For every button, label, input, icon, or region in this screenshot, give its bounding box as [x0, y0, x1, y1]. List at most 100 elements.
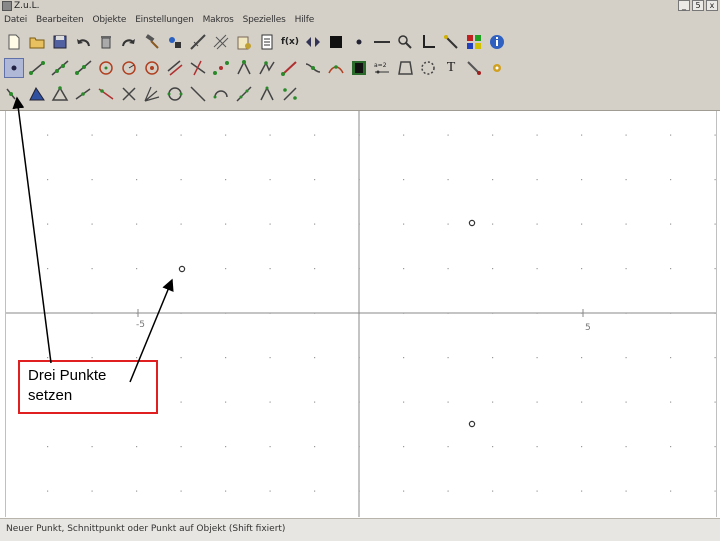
ray-icon[interactable]	[73, 58, 93, 78]
fraction-icon[interactable]	[280, 84, 300, 104]
grid-dot	[447, 490, 449, 492]
grid-dot	[536, 134, 538, 136]
annotation-callout: Drei Punkte setzen	[18, 360, 158, 414]
segment-fixed-icon[interactable]	[73, 84, 93, 104]
slash-icon[interactable]	[188, 84, 208, 104]
zoom-icon[interactable]	[395, 32, 415, 52]
grid-dot	[714, 179, 716, 181]
canvas-svg[interactable]: -5 5	[6, 111, 716, 517]
grid-icon[interactable]	[211, 32, 231, 52]
grid-dot	[180, 490, 182, 492]
new-file-icon[interactable]	[4, 32, 24, 52]
point-c[interactable]	[468, 420, 476, 428]
grid-dot	[269, 490, 271, 492]
hammer2-icon[interactable]	[464, 58, 484, 78]
point-a[interactable]	[178, 265, 186, 273]
black-square-icon[interactable]	[326, 32, 346, 52]
grid-dot	[269, 134, 271, 136]
grid-dot	[447, 401, 449, 403]
grid-dot	[625, 268, 627, 270]
grid-dot	[714, 268, 716, 270]
vector-icon[interactable]	[280, 58, 300, 78]
axes-icon[interactable]	[418, 32, 438, 52]
line-fixed-icon[interactable]	[96, 84, 116, 104]
wand-icon[interactable]	[441, 32, 461, 52]
grid-dot	[581, 357, 583, 359]
point-icon[interactable]	[4, 58, 24, 78]
text-icon[interactable]: T	[441, 58, 461, 78]
circle-fixed-icon[interactable]	[142, 58, 162, 78]
grid-dot	[403, 490, 405, 492]
line-points-icon[interactable]	[257, 84, 277, 104]
function-icon[interactable]: f(x)	[280, 32, 300, 52]
close-button[interactable]: x	[706, 0, 718, 11]
circle-radius-icon[interactable]	[119, 58, 139, 78]
arrows-icon[interactable]	[303, 32, 323, 52]
undo-icon[interactable]	[73, 32, 93, 52]
info-icon[interactable]	[487, 32, 507, 52]
circle-arc-icon[interactable]	[211, 84, 231, 104]
notes-icon[interactable]	[257, 32, 277, 52]
point-b[interactable]	[468, 219, 476, 227]
angle-icon[interactable]	[234, 58, 254, 78]
grid-dot	[314, 401, 316, 403]
quadrilateral-icon[interactable]	[395, 58, 415, 78]
save-icon[interactable]	[50, 32, 70, 52]
grid-dot	[536, 268, 538, 270]
menu-objekte[interactable]: Objekte	[92, 15, 126, 25]
maximize-button[interactable]: 5	[692, 0, 704, 11]
grid-dot	[714, 223, 716, 225]
segment-icon[interactable]	[27, 58, 47, 78]
curve-icon[interactable]	[418, 58, 438, 78]
circle-icon[interactable]	[96, 58, 116, 78]
midpoint-icon[interactable]	[211, 58, 231, 78]
star-icon[interactable]	[487, 58, 507, 78]
polygon-icon[interactable]	[257, 58, 277, 78]
delete-icon[interactable]	[96, 32, 116, 52]
grid-dot	[536, 490, 538, 492]
perpendicular-icon[interactable]	[188, 58, 208, 78]
grid-dot	[625, 357, 627, 359]
menu-makros[interactable]: Makros	[203, 15, 234, 25]
circle-three-icon[interactable]	[165, 84, 185, 104]
line-icon[interactable]	[50, 58, 70, 78]
expression-icon[interactable]: a=2	[372, 58, 392, 78]
point-style-icon[interactable]	[349, 32, 369, 52]
grid-dot	[492, 223, 494, 225]
point-on-object-icon[interactable]	[4, 84, 24, 104]
menu-bearbeiten[interactable]: Bearbeiten	[36, 15, 84, 25]
x-axis-label-pos: 5	[585, 323, 591, 333]
minimize-button[interactable]: _	[678, 0, 690, 11]
bisector-icon[interactable]	[142, 84, 162, 104]
menu-hilfe[interactable]: Hilfe	[295, 15, 315, 25]
menu-datei[interactable]: Datei	[4, 15, 27, 25]
palette-icon[interactable]	[464, 32, 484, 52]
segment-points-icon[interactable]	[234, 84, 254, 104]
grid-dot	[403, 357, 405, 359]
menu-einstellungen[interactable]: Einstellungen	[135, 15, 194, 25]
hammer-icon[interactable]	[142, 32, 162, 52]
menu-spezielles[interactable]: Spezielles	[243, 15, 286, 25]
conic-icon[interactable]	[326, 58, 346, 78]
drawing-canvas[interactable]: -5 5	[5, 111, 717, 517]
intersection-icon[interactable]	[303, 58, 323, 78]
grid-dot	[714, 490, 716, 492]
line-style-icon[interactable]	[372, 32, 392, 52]
triangle2-icon[interactable]	[50, 84, 70, 104]
grid-dot	[314, 357, 316, 359]
grid-dot	[314, 223, 316, 225]
color-icon[interactable]	[165, 32, 185, 52]
grid-dot	[670, 357, 672, 359]
open-file-icon[interactable]	[27, 32, 47, 52]
ruler-icon[interactable]	[188, 32, 208, 52]
cross-icon[interactable]	[119, 84, 139, 104]
film-icon[interactable]	[349, 58, 369, 78]
redo-icon[interactable]	[119, 32, 139, 52]
parallel-icon[interactable]	[165, 58, 185, 78]
grid-dot	[314, 134, 316, 136]
app-icon[interactable]	[2, 1, 12, 11]
clipboard-icon[interactable]	[234, 32, 254, 52]
triangle-icon[interactable]	[27, 84, 47, 104]
grid-dot	[625, 446, 627, 448]
grid-dot	[47, 446, 49, 448]
